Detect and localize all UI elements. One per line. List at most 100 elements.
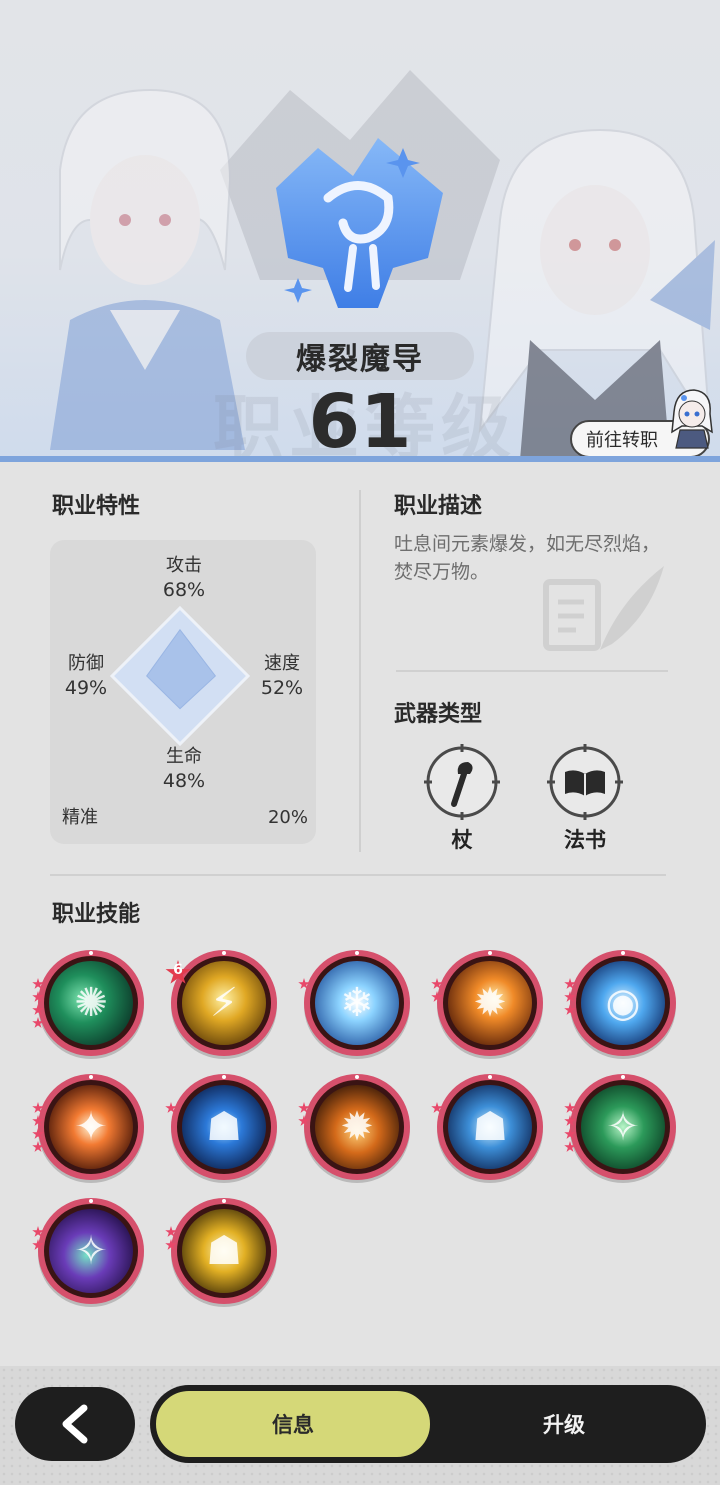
star-icon	[32, 991, 44, 1002]
skill-glyph: ☗	[206, 1104, 242, 1150]
skill-top-pip	[222, 1199, 226, 1203]
skill-glyph: ☗	[206, 1228, 242, 1274]
stat-hp-value: 48%	[162, 770, 206, 792]
description-text: 吐息间元素爆发，如无尽烈焰，焚尽万物。	[394, 533, 661, 583]
skill-glyph: ✹	[473, 980, 507, 1026]
skill-star-rating	[32, 1226, 46, 1252]
class-name-badge: 爆裂魔导	[246, 332, 474, 380]
star-icon	[431, 978, 443, 989]
chibi-character-icon	[671, 389, 713, 449]
star-icon	[564, 1128, 576, 1139]
section-divider	[359, 490, 361, 852]
skill-level-badge-value: 6	[173, 962, 183, 978]
star-icon	[32, 978, 44, 989]
skill-star-rating	[298, 1102, 312, 1128]
skill-glyph: ⚡	[209, 980, 239, 1026]
star-icon	[564, 991, 576, 1002]
skill-top-pip	[89, 1199, 93, 1203]
skill-slot[interactable]: ✹	[431, 950, 543, 1056]
skill-top-pip	[355, 1075, 359, 1079]
stat-speed-label: 速度	[264, 653, 300, 674]
star-icon	[32, 1128, 44, 1139]
skill-slot[interactable]: ✧	[32, 1198, 144, 1304]
star-icon	[564, 1004, 576, 1015]
skill-star-rating	[32, 978, 46, 1030]
description-divider	[396, 670, 668, 672]
star-icon	[32, 1017, 44, 1028]
skill-glyph: ✦	[74, 1104, 108, 1150]
stat-attack-label: 攻击	[166, 555, 202, 576]
star-icon	[32, 1226, 44, 1237]
class-level: 61	[308, 379, 412, 462]
stat-attack-value: 68%	[162, 579, 206, 601]
star-icon	[32, 1239, 44, 1250]
skill-top-pip	[488, 951, 492, 955]
skill-glyph: ✺	[74, 980, 108, 1026]
class-emblem-icon	[276, 138, 443, 308]
skill-slot[interactable]: ☗	[165, 1074, 277, 1180]
star-icon	[564, 1141, 576, 1152]
skill-glyph: ❄	[340, 980, 374, 1026]
skill-slot[interactable]: ✦	[32, 1074, 144, 1180]
star-icon	[431, 991, 443, 1002]
skill-slot[interactable]: ☗	[165, 1198, 277, 1304]
star-icon	[165, 1102, 177, 1113]
skill-top-pip	[89, 1075, 93, 1079]
stats-radar-chart	[110, 606, 250, 746]
skill-slot[interactable]: ✧	[564, 1074, 676, 1180]
skill-star-rating	[564, 978, 578, 1017]
skill-top-pip	[488, 1075, 492, 1079]
stat-defense-value: 49%	[64, 677, 108, 699]
skill-star-rating	[165, 1226, 179, 1252]
chevron-left-icon	[62, 1404, 88, 1444]
stat-precision-value: 20%	[267, 807, 308, 828]
spellbook-icon	[547, 744, 623, 820]
skill-slot[interactable]: ⚡ 6	[165, 950, 277, 1056]
stat-speed: 速度 52%	[242, 652, 322, 700]
skill-slot[interactable]: ❄	[298, 950, 410, 1056]
skill-star-rating	[431, 978, 445, 1004]
skill-glyph: ✧	[606, 1104, 640, 1150]
star-icon	[298, 1115, 310, 1126]
weapon-staff[interactable]: 杖	[422, 744, 502, 854]
star-icon	[564, 978, 576, 989]
stat-hp-label: 生命	[166, 746, 202, 767]
tab-upgrade[interactable]: 升级	[432, 1389, 696, 1459]
skill-slot[interactable]: ✹	[298, 1074, 410, 1180]
star-icon	[32, 1102, 44, 1113]
traits-title: 职业特性	[52, 494, 141, 519]
job-change-label: 前往转职	[586, 430, 658, 451]
weapons-title: 武器类型	[394, 702, 483, 727]
skill-glyph: ✧	[74, 1228, 108, 1274]
banner-accent-line	[0, 456, 720, 462]
stat-hp: 生命 48%	[144, 745, 224, 793]
back-button[interactable]	[15, 1387, 135, 1461]
stat-speed-value: 52%	[260, 677, 304, 699]
tab-info[interactable]: 信息	[154, 1389, 432, 1459]
description-title: 职业描述	[394, 494, 483, 519]
star-icon	[165, 1226, 177, 1237]
weapon-spellbook[interactable]: 法书	[545, 744, 625, 854]
skill-slot[interactable]: ☗	[431, 1074, 543, 1180]
star-icon	[32, 1004, 44, 1015]
star-icon	[298, 1102, 310, 1113]
skills-divider	[50, 874, 666, 876]
skill-glyph: ◉	[605, 980, 641, 1026]
skill-glyph: ☗	[472, 1104, 508, 1150]
stat-defense: 防御 49%	[46, 652, 126, 700]
stat-attack: 攻击 68%	[144, 554, 224, 602]
skill-star-rating	[32, 1102, 46, 1154]
skill-star-rating	[165, 1102, 179, 1115]
skill-star-rating	[431, 1102, 445, 1115]
star-icon	[564, 1102, 576, 1113]
skill-star-rating	[298, 978, 312, 991]
skill-star-rating	[564, 1102, 578, 1154]
staff-icon	[424, 744, 500, 820]
skill-slot[interactable]: ✺	[32, 950, 144, 1056]
star-icon	[564, 1115, 576, 1126]
skill-slot[interactable]: ◉	[564, 950, 676, 1056]
skill-top-pip	[89, 951, 93, 955]
weapon-staff-label: 杖	[451, 828, 473, 852]
class-banner: 职业等级 爆裂魔导 61 前往转职	[0, 0, 720, 462]
star-icon	[32, 1115, 44, 1126]
